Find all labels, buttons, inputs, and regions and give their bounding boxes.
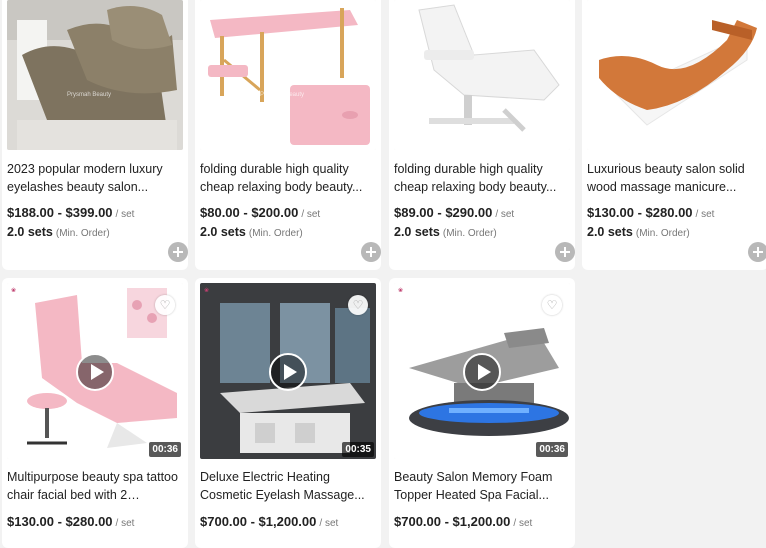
product-title[interactable]: 2023 popular modern luxury eyelashes bea… [7,160,182,196]
product-card[interactable]: folding durable high quality cheap relax… [389,0,575,270]
min-order: 2.0 sets (Min. Order) [7,225,110,239]
product-price: $130.00 - $280.00/ set [587,205,715,220]
product-title[interactable]: Luxurious beauty salon solid wood massag… [587,160,762,196]
watermark: Prysmah Beauty [67,92,112,98]
watermark: Prysmah Beauty [260,92,305,98]
min-order: 2.0 sets (Min. Order) [394,225,497,239]
plus-circle-icon[interactable] [168,242,188,262]
min-order: 2.0 sets (Min. Order) [200,225,303,239]
plus-circle-icon[interactable] [361,242,381,262]
product-image[interactable] [587,0,763,150]
product-title[interactable]: folding durable high quality cheap relax… [200,160,375,196]
brand-logo: ❀ [204,287,210,294]
play-icon[interactable] [269,353,307,391]
product-card[interactable]: ❀ ♡ 00:36 Multipurpose beauty spa tattoo… [2,278,188,548]
product-image[interactable]: Prysmah Beauty [7,0,183,150]
product-price: $700.00 - $1,200.00/ set [200,514,339,529]
brand-logo: ❀ [11,287,17,294]
product-image[interactable]: ❀ ♡ 00:36 [7,283,183,459]
product-price: $130.00 - $280.00/ set [7,514,135,529]
plus-circle-icon[interactable] [555,242,575,262]
video-duration: 00:36 [536,442,568,457]
product-title[interactable]: folding durable high quality cheap relax… [394,160,569,196]
product-image[interactable]: Prysmah Beauty [200,0,376,150]
product-title[interactable]: Multipurpose beauty spa tattoo chair fac… [7,468,182,504]
product-title[interactable]: Beauty Salon Memory Foam Topper Heated S… [394,468,569,504]
heart-icon[interactable]: ♡ [348,295,368,315]
product-price: $89.00 - $290.00/ set [394,205,515,220]
product-image[interactable]: ❀ ♡ 00:35 [200,283,376,459]
product-card[interactable]: Luxurious beauty salon solid wood massag… [582,0,766,270]
heart-icon[interactable]: ♡ [155,295,175,315]
video-duration: 00:35 [342,442,374,457]
product-card[interactable]: Prysmah Beauty folding durable high qual… [195,0,381,270]
product-image[interactable]: ❀ ♡ 00:36 [394,283,570,459]
product-card[interactable]: Prysmah Beauty 2023 popular modern luxur… [2,0,188,270]
product-title[interactable]: Deluxe Electric Heating Cosmetic Eyelash… [200,468,375,504]
product-price: $188.00 - $399.00/ set [7,205,135,220]
product-price: $80.00 - $200.00/ set [200,205,321,220]
video-duration: 00:36 [149,442,181,457]
play-icon[interactable] [463,353,501,391]
product-price: $700.00 - $1,200.00/ set [394,514,533,529]
product-card[interactable]: ❀ ♡ 00:35 Deluxe Electric Heating Cosmet… [195,278,381,548]
play-icon[interactable] [76,353,114,391]
brand-logo: ❀ [398,287,404,294]
heart-icon[interactable]: ♡ [542,295,562,315]
product-card[interactable]: ❀ ♡ 00:36 Beauty Salon Memory Foam Toppe… [389,278,575,548]
plus-circle-icon[interactable] [748,242,766,262]
min-order: 2.0 sets (Min. Order) [587,225,690,239]
product-image[interactable] [394,0,570,150]
